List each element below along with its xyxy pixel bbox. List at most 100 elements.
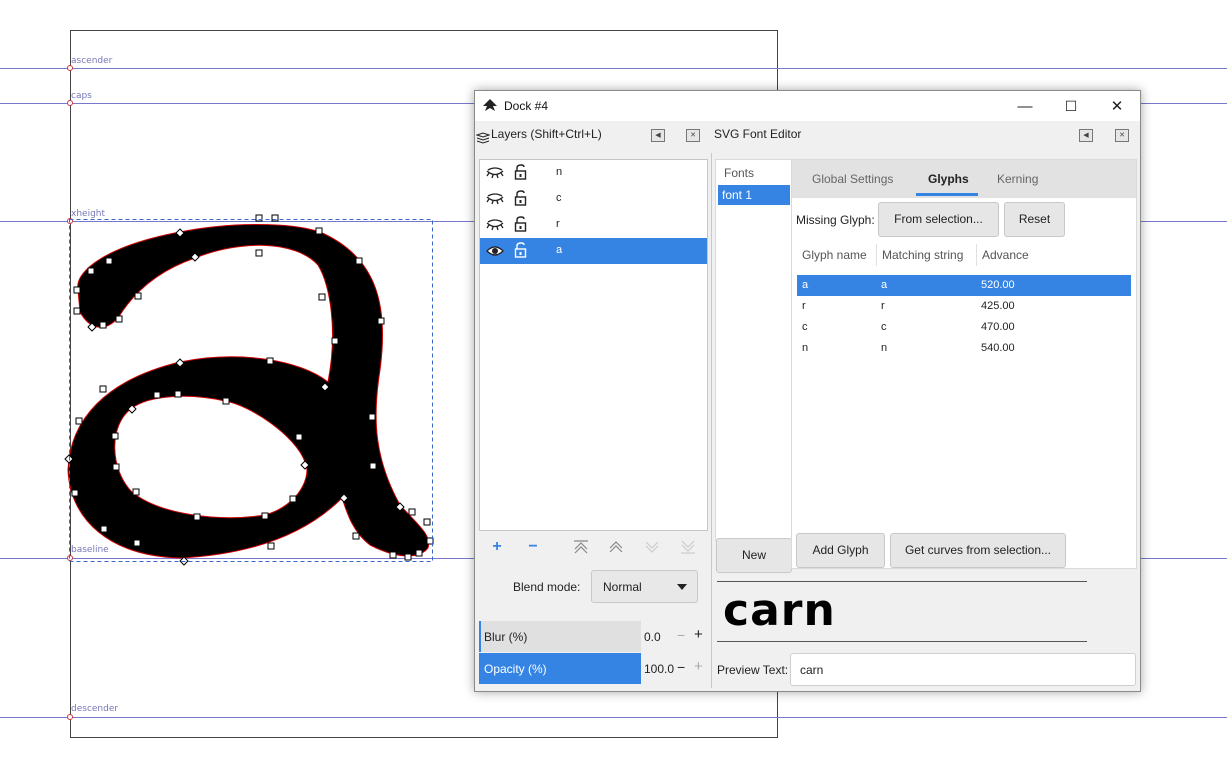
panel-divider[interactable] [711,153,712,688]
guide-label-baseline: baseline [71,545,109,555]
preview-rendered-text: carn [723,585,836,636]
lower-layer-icon[interactable] [641,537,663,557]
blur-increment-icon[interactable]: + [694,626,703,643]
layer-row-a[interactable]: a [480,238,707,264]
matching-string-cell[interactable]: r [881,300,885,312]
raise-layer-icon[interactable] [605,537,627,557]
unlocked-icon[interactable] [514,190,528,206]
tab-global-settings[interactable]: Global Settings [812,172,893,186]
layers-panel-close-icon[interactable]: ✕ [686,129,700,142]
column-header-advance[interactable]: Advance [982,248,1029,262]
glyph-name-cell[interactable]: r [802,300,806,312]
preview-text-input[interactable]: carn [790,653,1136,686]
fonts-header: Fonts [724,166,755,180]
layers-list[interactable]: n c r a [479,159,708,531]
table-row[interactable]: a a 520.00 [797,275,1131,296]
layer-row-n[interactable]: n [480,160,707,186]
blur-slider-marker [479,621,481,652]
font-editor-collapse-icon[interactable]: ◀ [1079,129,1093,142]
font-list-item[interactable]: font 1 [718,185,790,205]
minimize-button[interactable]: — [1002,91,1048,121]
table-row[interactable]: r r 425.00 [797,296,1131,317]
column-header-glyph-name[interactable]: Glyph name [802,248,867,262]
opacity-increment-icon[interactable]: + [694,658,703,675]
font-editor-title: SVG Font Editor [714,127,802,141]
reset-button[interactable]: Reset [1004,202,1065,237]
layers-panel-title: Layers (Shift+Ctrl+L) [491,127,602,141]
glyph-name-cell[interactable]: a [802,279,808,291]
raise-to-top-icon[interactable] [570,537,592,557]
blend-mode-select[interactable]: Normal [591,570,698,603]
eye-closed-icon[interactable] [486,219,504,231]
get-curves-button[interactable]: Get curves from selection... [890,533,1066,568]
layers-icon [476,132,490,144]
chevron-down-icon [677,584,687,590]
column-header-matching-string[interactable]: Matching string [882,248,963,262]
matching-string-cell[interactable]: c [881,321,887,333]
unlocked-icon[interactable] [514,242,528,258]
from-selection-button[interactable]: From selection... [878,202,999,237]
layer-row-r[interactable]: r [480,212,707,238]
inkscape-app-icon [483,99,497,111]
unlocked-icon[interactable] [514,164,528,180]
guide-label-ascender: ascender [71,56,113,66]
opacity-label: Opacity (%) [484,662,547,676]
font-editor-close-icon[interactable]: ✕ [1115,129,1129,142]
eye-closed-icon[interactable] [486,167,504,179]
dock-titlebar[interactable]: Dock #4 — ☐ ✕ [475,91,1140,121]
preview-text-label: Preview Text: [717,663,789,677]
close-button[interactable]: ✕ [1094,91,1140,121]
remove-layer-icon[interactable]: − [522,537,544,557]
preview-bottom-line [717,641,1087,642]
layer-name[interactable]: a [556,244,562,256]
unlocked-icon[interactable] [514,216,528,232]
fonts-list[interactable]: Fonts font 1 [715,159,793,541]
layer-name[interactable]: c [556,192,562,204]
tab-bar: Global Settings Glyphs Kerning [792,160,1136,198]
opacity-decrement-icon[interactable]: − [677,659,685,675]
column-separator [976,244,977,266]
lower-to-bottom-icon[interactable] [677,537,699,557]
layer-name[interactable]: r [556,218,560,230]
tab-glyphs[interactable]: Glyphs [928,172,969,186]
font-name: font 1 [722,188,753,202]
advance-cell[interactable]: 425.00 [981,300,1015,312]
layer-row-c[interactable]: c [480,186,707,212]
layer-name[interactable]: n [556,166,562,178]
eye-closed-icon[interactable] [486,193,504,205]
matching-string-cell[interactable]: a [881,279,887,291]
blur-decrement-icon[interactable]: − [677,627,685,643]
layers-panel-collapse-icon[interactable]: ◀ [651,129,665,142]
blur-value[interactable]: 0.0 [644,630,661,644]
advance-cell[interactable]: 520.00 [981,279,1015,291]
advance-cell[interactable]: 540.00 [981,342,1015,354]
missing-glyph-label: Missing Glyph: [796,213,875,227]
table-row[interactable]: c c 470.00 [797,317,1131,338]
glyph-name-cell[interactable]: c [802,321,808,333]
opacity-value[interactable]: 100.0 [644,662,674,676]
blur-slider-row[interactable]: Blur (%) 0.0 − + [479,621,707,652]
add-glyph-button[interactable]: Add Glyph [796,533,885,568]
guide-label-descender: descender [71,704,119,714]
dock-title: Dock #4 [504,99,549,113]
guide-label-xheight: xheight [71,209,106,219]
tab-kerning[interactable]: Kerning [997,172,1038,186]
font-preview: carn [717,581,1087,643]
blend-mode-label: Blend mode: [513,580,581,594]
dock-window: Dock #4 — ☐ ✕ Layers (Shift+Ctrl+L) ◀ ✕ … [474,90,1141,692]
glyph-a-path[interactable] [67,224,430,559]
advance-cell[interactable]: 470.00 [981,321,1015,333]
maximize-button[interactable]: ☐ [1048,91,1094,121]
opacity-slider-row[interactable]: Opacity (%) 100.0 − + [479,653,707,684]
table-row[interactable]: n n 540.00 [797,338,1131,359]
new-font-button[interactable]: New [716,538,792,573]
eye-open-icon[interactable] [486,245,504,257]
guide-label-caps: caps [71,91,92,101]
preview-top-line [717,581,1087,582]
add-layer-icon[interactable]: + [486,537,508,557]
preview-text-value: carn [800,663,824,677]
glyph-table[interactable]: Glyph name Matching string Advance a a 5… [797,240,1131,535]
glyph-name-cell[interactable]: n [802,342,808,354]
font-editor-tabs: Global Settings Glyphs Kerning Missing G… [791,159,1137,569]
matching-string-cell[interactable]: n [881,342,887,354]
